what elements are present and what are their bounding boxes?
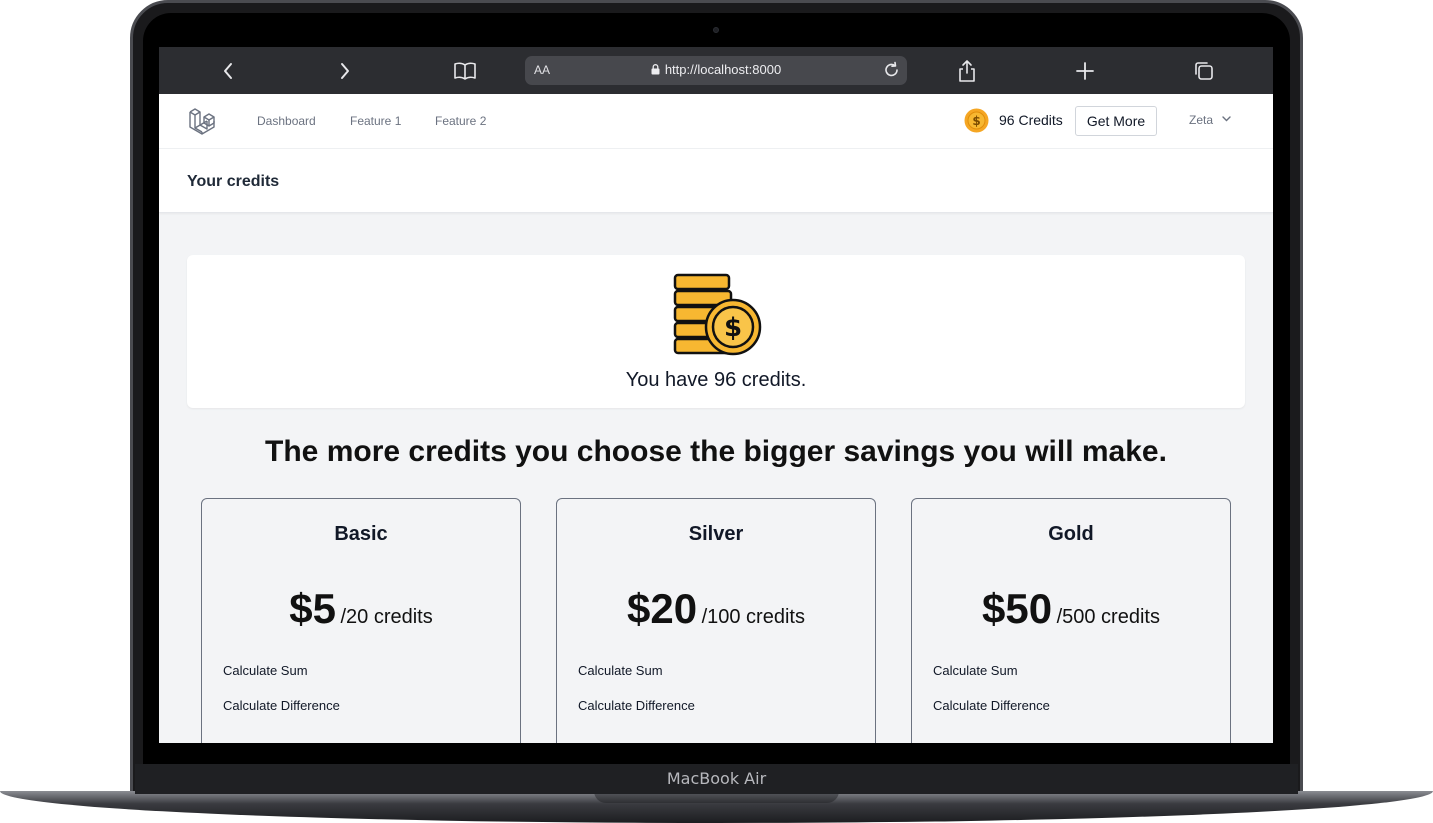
- plan-feature: Calculate Sum: [223, 663, 308, 678]
- plan-price-amount: $5: [289, 585, 336, 632]
- plan-price-credits: /100 credits: [701, 606, 805, 628]
- nav-link-feature-1[interactable]: Feature 1: [350, 114, 401, 128]
- credits-balance: 96 Credits: [999, 112, 1063, 128]
- browser-toolbar: AA http://localhost:8000: [159, 47, 1273, 94]
- plan-price: $20 /100 credits: [557, 585, 875, 633]
- new-tab-icon[interactable]: [1071, 57, 1099, 85]
- plan-price-credits: /500 credits: [1056, 606, 1160, 628]
- laptop-chin: MacBook Air: [135, 764, 1298, 794]
- page-title: Your credits: [187, 173, 280, 190]
- bookmarks-icon[interactable]: [451, 57, 479, 85]
- plan-price-amount: $50: [982, 585, 1053, 632]
- share-icon[interactable]: [953, 57, 981, 85]
- plan-name: Gold: [1048, 523, 1094, 545]
- plan-feature: Calculate Difference: [223, 698, 340, 713]
- app-navbar: Dashboard Feature 1 Feature 2 $ 96 Credi…: [159, 94, 1273, 149]
- coin-icon: $: [964, 108, 989, 133]
- screen: AA http://localhost:8000 Dashboard Featu…: [159, 47, 1273, 743]
- plan-feature: Calculate Difference: [933, 698, 1050, 713]
- credit-summary-card: $ You have 96 credits.: [187, 255, 1245, 408]
- tabs-overview-icon[interactable]: [1190, 57, 1218, 85]
- nav-link-dashboard[interactable]: Dashboard: [257, 114, 316, 128]
- plan-feature: Calculate Sum: [578, 663, 663, 678]
- laravel-logo-icon[interactable]: [187, 106, 217, 136]
- plan-name: Basic: [334, 523, 388, 545]
- chevron-down-icon[interactable]: [1222, 114, 1231, 125]
- device-label: MacBook Air: [666, 769, 767, 788]
- credit-summary-text: You have 96 credits.: [625, 369, 807, 391]
- plan-card-gold[interactable]: Gold $50 /500 credits Calculate Sum Calc…: [911, 498, 1231, 743]
- plan-card-silver[interactable]: Silver $20 /100 credits Calculate Sum Ca…: [556, 498, 876, 743]
- svg-text:$: $: [972, 114, 980, 128]
- plan-price: $5 /20 credits: [202, 585, 520, 633]
- url-field[interactable]: http://localhost:8000: [525, 62, 907, 78]
- page-header: Your credits: [159, 149, 1273, 213]
- plan-price-credits: /20 credits: [340, 606, 433, 628]
- user-menu[interactable]: Zeta: [1189, 113, 1213, 127]
- plan-card-basic[interactable]: Basic $5 /20 credits Calculate Sum Calcu…: [201, 498, 521, 743]
- get-more-button[interactable]: Get More: [1075, 106, 1157, 136]
- reload-icon[interactable]: [882, 59, 902, 81]
- url-text: http://localhost:8000: [664, 62, 782, 77]
- svg-text:$: $: [724, 313, 742, 343]
- plan-price: $50 /500 credits: [912, 585, 1230, 633]
- nav-link-feature-2[interactable]: Feature 2: [435, 114, 486, 128]
- pricing-tagline: The more credits you choose the bigger s…: [265, 435, 1167, 468]
- camera-icon: [713, 27, 719, 33]
- plan-price-amount: $20: [627, 585, 698, 632]
- forward-icon[interactable]: [331, 57, 359, 85]
- back-icon[interactable]: [214, 57, 242, 85]
- plan-feature: Calculate Difference: [578, 698, 695, 713]
- lock-icon: [651, 63, 660, 78]
- plan-name: Silver: [688, 523, 744, 545]
- address-bar[interactable]: AA http://localhost:8000: [525, 56, 907, 85]
- plan-feature: Calculate Sum: [933, 663, 1018, 678]
- coin-stack-icon: $: [671, 272, 763, 356]
